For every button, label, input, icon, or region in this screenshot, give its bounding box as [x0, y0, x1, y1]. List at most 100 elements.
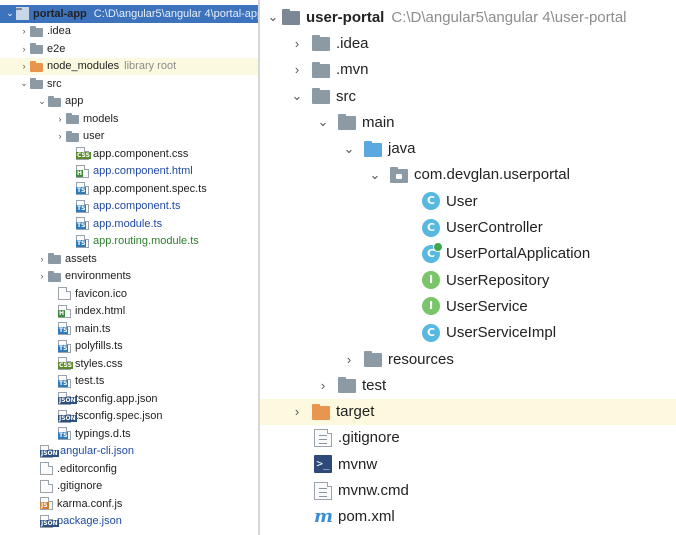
project-folder-icon — [282, 8, 300, 26]
tree-node-label: tsconfig.app.json — [75, 392, 158, 405]
tree-node-environments[interactable]: › environments — [0, 268, 259, 286]
tree-node-portal-app-root[interactable]: ⌄ portal-app C:\D\angular5\angular 4\por… — [0, 5, 259, 23]
tree-node-user[interactable]: › user — [0, 128, 259, 146]
tree-node-resources[interactable]: › resources — [260, 346, 676, 372]
chevron-right-icon[interactable]: › — [36, 254, 48, 264]
tree-node-mvn[interactable]: › .mvn — [260, 57, 676, 83]
folder-icon — [30, 42, 43, 55]
class-icon: C — [422, 192, 440, 211]
tree-node-label: resources — [388, 350, 454, 368]
tree-node-e2e[interactable]: › e2e — [0, 40, 259, 58]
text-file-icon — [40, 462, 53, 476]
tree-node-label: models — [83, 112, 119, 125]
tree-node-app-component-html[interactable]: H app.component.html — [0, 163, 259, 181]
tree-node-app-component-ts[interactable]: TS app.component.ts — [0, 198, 259, 216]
tree-node-polyfills-ts[interactable]: TS polyfills.ts — [0, 338, 259, 356]
chevron-down-icon[interactable]: ⌄ — [264, 9, 282, 25]
tree-node-user-portal-root[interactable]: ⌄ user-portal C:\D\angular5\angular 4\us… — [260, 4, 676, 30]
tree-node-label: node_modules — [47, 60, 120, 73]
tree-node-user-class[interactable]: C User — [260, 188, 676, 214]
tree-node-gitignore[interactable]: .gitignore — [260, 425, 676, 451]
chevron-right-icon[interactable]: › — [340, 352, 358, 367]
maven-icon: m — [314, 505, 334, 527]
chevron-right-icon[interactable]: › — [54, 131, 66, 141]
tree-node-styles-css[interactable]: CSS styles.css — [0, 355, 259, 373]
typescript-file-icon: TS — [76, 234, 89, 248]
chevron-right-icon[interactable]: › — [36, 271, 48, 281]
excluded-folder-icon — [312, 403, 330, 421]
tree-node-idea[interactable]: › .idea — [0, 23, 259, 41]
tree-node-app-component-css[interactable]: CSS app.component.css — [0, 145, 259, 163]
folder-icon — [338, 113, 356, 131]
tree-node-user-portal-application[interactable]: C UserPortalApplication — [260, 241, 676, 267]
tree-node-app[interactable]: ⌄ app — [0, 93, 259, 111]
chevron-right-icon[interactable]: › — [288, 36, 306, 51]
tree-node-tsconfig-app-json[interactable]: JSON tsconfig.app.json — [0, 390, 259, 408]
tree-node-label: .idea — [336, 34, 369, 52]
chevron-down-icon[interactable]: ⌄ — [314, 114, 332, 130]
tree-node-src[interactable]: ⌄ src — [0, 75, 259, 93]
shell-script-icon: >_ — [314, 455, 332, 474]
chevron-down-icon[interactable]: ⌄ — [366, 167, 384, 183]
chevron-right-icon[interactable]: › — [54, 114, 66, 124]
library-root-hint: library root — [124, 60, 177, 73]
chevron-right-icon[interactable]: › — [18, 44, 30, 54]
tree-node-label: User — [446, 192, 478, 210]
tree-node-label: favicon.ico — [75, 287, 127, 300]
tree-node-favicon-ico[interactable]: favicon.ico — [0, 285, 259, 303]
chevron-down-icon[interactable]: ⌄ — [288, 88, 306, 104]
tree-node-pom-xml[interactable]: m pom.xml — [260, 504, 676, 530]
folder-icon — [312, 34, 330, 52]
chevron-right-icon[interactable]: › — [18, 26, 30, 36]
chevron-right-icon[interactable]: › — [314, 378, 332, 393]
tree-node-tsconfig-spec-json[interactable]: JSON tsconfig.spec.json — [0, 408, 259, 426]
tree-node-test-ts[interactable]: TS test.ts — [0, 373, 259, 391]
package-icon — [390, 166, 408, 184]
tree-node-mvnw-cmd[interactable]: mvnw.cmd — [260, 477, 676, 503]
chevron-down-icon[interactable]: ⌄ — [18, 78, 30, 89]
tree-node-typings-d-ts[interactable]: TS typings.d.ts — [0, 425, 259, 443]
tree-node-main-ts[interactable]: TS main.ts — [0, 320, 259, 338]
tree-node-package[interactable]: ⌄ com.devglan.userportal — [260, 162, 676, 188]
tree-node-label: target — [336, 403, 375, 421]
typescript-file-icon: TS — [58, 427, 71, 441]
tree-node-assets[interactable]: › assets — [0, 250, 259, 268]
tree-node-user-repository[interactable]: I UserRepository — [260, 267, 676, 293]
chevron-right-icon[interactable]: › — [18, 61, 30, 71]
tree-node-app-routing-module-ts[interactable]: TS app.routing.module.ts — [0, 233, 259, 251]
json-file-icon: JSON — [58, 392, 77, 406]
tree-node-label: main.ts — [75, 322, 111, 335]
tree-node-app-component-spec-ts[interactable]: TS app.component.spec.ts — [0, 180, 259, 198]
tree-node-package-json[interactable]: JSON package.json — [0, 513, 259, 531]
tree-node-angular-cli-json[interactable]: JSON .angular-cli.json — [0, 443, 259, 461]
tree-node-karma-conf-js[interactable]: JS karma.conf.js — [0, 495, 259, 513]
tree-node-models[interactable]: › models — [0, 110, 259, 128]
tree-node-editorconfig[interactable]: .editorconfig — [0, 460, 259, 478]
tree-node-target[interactable]: › target — [260, 398, 676, 425]
tree-node-label: mvnw — [338, 455, 378, 473]
tree-node-test[interactable]: › test — [260, 372, 676, 398]
chevron-right-icon[interactable]: › — [288, 62, 306, 77]
tree-node-user-service[interactable]: I UserService — [260, 293, 676, 319]
tree-node-src[interactable]: ⌄ src — [260, 83, 676, 109]
chevron-down-icon[interactable]: ⌄ — [340, 141, 358, 157]
chevron-down-icon[interactable]: ⌄ — [36, 96, 48, 107]
chevron-down-icon[interactable]: ⌄ — [4, 8, 16, 19]
tree-node-mvnw[interactable]: >_ mvnw — [260, 451, 676, 477]
tree-node-idea[interactable]: › .idea — [260, 30, 676, 56]
tree-node-label: src — [47, 77, 62, 90]
tree-node-user-controller[interactable]: C UserController — [260, 214, 676, 240]
tree-node-node-modules[interactable]: › node_modules library root — [0, 57, 259, 75]
tree-node-label: pom.xml — [338, 508, 395, 526]
tree-node-java[interactable]: ⌄ java — [260, 136, 676, 162]
tree-node-label: styles.css — [75, 357, 123, 370]
tree-node-label: .gitignore — [57, 480, 103, 493]
tree-node-gitignore-left[interactable]: .gitignore — [0, 478, 259, 496]
tree-node-main[interactable]: ⌄ main — [260, 109, 676, 135]
css-file-icon: CSS — [76, 147, 91, 161]
tree-node-app-module-ts[interactable]: TS app.module.ts — [0, 215, 259, 233]
tree-node-user-service-impl[interactable]: C UserServiceImpl — [260, 320, 676, 346]
chevron-right-icon[interactable]: › — [288, 404, 306, 419]
tree-node-label: assets — [65, 252, 97, 265]
tree-node-index-html[interactable]: H index.html — [0, 303, 259, 321]
